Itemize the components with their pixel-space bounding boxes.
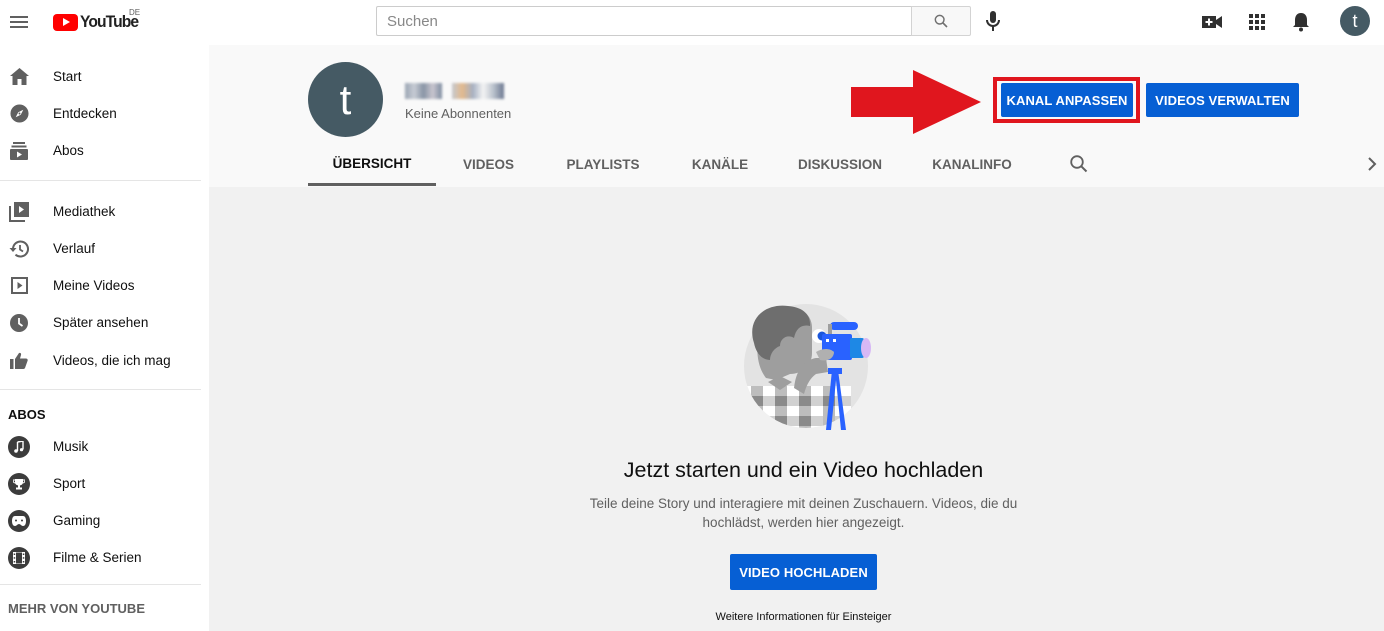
menu-icon[interactable]	[9, 11, 31, 33]
tab-diskussion[interactable]: DISKUSSION	[790, 143, 890, 186]
gamepad-icon	[8, 509, 30, 532]
search-input[interactable]	[376, 6, 911, 36]
sidebar-item-spaeter-ansehen[interactable]: Später ansehen	[0, 304, 209, 341]
sidebar-item-start[interactable]: Start	[0, 58, 209, 95]
channel-avatar	[8, 435, 30, 458]
tab-videos[interactable]: VIDEOS	[436, 143, 541, 186]
create-video-button[interactable]	[1201, 11, 1223, 33]
sidebar-divider	[0, 180, 201, 181]
sidebar-item-abos[interactable]: Abos	[0, 132, 209, 169]
trophy-icon	[8, 472, 30, 495]
chevron-right-icon[interactable]	[1365, 155, 1379, 173]
sidebar-item-label: Videos, die ich mag	[53, 353, 171, 368]
sidebar-item-sport[interactable]: Sport	[0, 465, 209, 502]
tab-uebersicht[interactable]: ÜBERSICHT	[308, 143, 436, 186]
video-camera-add-icon	[1202, 16, 1222, 28]
apps-grid-icon	[1249, 14, 1265, 30]
channel-header: t Keine Abonnenten KANAL ANPASSEN VIDEOS…	[209, 45, 1384, 187]
sidebar-item-verlauf[interactable]: Verlauf	[0, 230, 209, 267]
videographer-illustration	[744, 304, 871, 430]
subscriptions-heading: ABOS	[8, 407, 46, 422]
watch-later-icon	[9, 313, 29, 333]
bell-icon	[1293, 13, 1309, 32]
channel-avatar	[8, 546, 30, 569]
youtube-logo[interactable]: YouTube DE	[53, 8, 143, 32]
avatar-letter: t	[1352, 10, 1358, 31]
account-avatar[interactable]: t	[1340, 6, 1370, 36]
subscriptions-icon	[9, 141, 29, 161]
film-icon	[8, 546, 30, 569]
empty-state-title: Jetzt starten und ein Video hochladen	[623, 458, 984, 482]
sidebar-item-label: Entdecken	[53, 106, 117, 121]
blurred-text	[405, 83, 442, 99]
sidebar-divider	[0, 389, 201, 390]
tab-kanaele[interactable]: KANÄLE	[675, 143, 765, 186]
sidebar: Start Entdecken Abos Mediathek Verlauf M…	[0, 45, 209, 631]
top-bar: YouTube DE t	[0, 0, 1384, 45]
sidebar-item-videos-die-ich-mag[interactable]: Videos, die ich mag	[0, 342, 209, 379]
sidebar-item-label: Filme & Serien	[53, 550, 142, 565]
channel-name-blurred	[405, 83, 504, 99]
sidebar-item-label: Gaming	[53, 513, 101, 528]
youtube-play-icon	[53, 13, 78, 31]
sidebar-item-label: Abos	[53, 143, 84, 158]
sidebar-item-label: Meine Videos	[53, 278, 135, 293]
sidebar-item-label: Mediathek	[53, 204, 116, 219]
subscriber-count: Keine Abonnenten	[405, 106, 512, 121]
sidebar-divider	[0, 584, 201, 585]
upload-video-button[interactable]: VIDEO HOCHLADEN	[730, 554, 877, 590]
home-icon	[9, 67, 29, 87]
empty-state-description: Teile deine Story und interagiere mit de…	[589, 496, 1018, 530]
notifications-button[interactable]	[1290, 11, 1312, 33]
search-button[interactable]	[911, 6, 971, 36]
microphone-icon	[986, 11, 1000, 31]
sidebar-item-label: Start	[53, 69, 82, 84]
more-from-youtube-heading: MEHR VON YOUTUBE	[8, 601, 145, 616]
sidebar-item-gaming[interactable]: Gaming	[0, 502, 209, 539]
channel-avatar[interactable]: t	[308, 62, 383, 137]
music-note-icon	[8, 435, 30, 458]
channel-avatar	[8, 472, 30, 495]
apps-button[interactable]	[1246, 11, 1268, 33]
main-content: t Keine Abonnenten KANAL ANPASSEN VIDEOS…	[209, 45, 1384, 631]
voice-search-button[interactable]	[982, 9, 1004, 33]
thumbs-up-icon	[9, 351, 29, 371]
sidebar-item-filme-serien[interactable]: Filme & Serien	[0, 539, 209, 576]
sidebar-item-label: Musik	[53, 439, 89, 454]
blurred-text	[452, 83, 504, 99]
sidebar-item-mediathek[interactable]: Mediathek	[0, 193, 209, 230]
sidebar-item-musik[interactable]: Musik	[0, 428, 209, 465]
history-icon	[9, 239, 29, 259]
sidebar-item-entdecken[interactable]: Entdecken	[0, 95, 209, 132]
channel-search-icon[interactable]	[1069, 154, 1089, 174]
customize-channel-button[interactable]: KANAL ANPASSEN	[1001, 83, 1133, 117]
search-icon	[934, 14, 948, 28]
red-arrow-annotation	[851, 70, 981, 134]
sidebar-item-label: Später ansehen	[53, 315, 149, 330]
sidebar-item-label: Sport	[53, 476, 86, 491]
search-bar	[376, 6, 971, 36]
channel-avatar	[8, 509, 30, 532]
sidebar-item-label: Verlauf	[53, 241, 96, 256]
channel-avatar-letter: t	[339, 75, 352, 123]
sidebar-item-meine-videos[interactable]: Meine Videos	[0, 267, 209, 304]
library-icon	[9, 201, 29, 222]
tab-kanalinfo[interactable]: KANALINFO	[922, 143, 1022, 186]
compass-icon	[9, 104, 29, 124]
beginner-info-link[interactable]: Weitere Informationen für Einsteiger	[209, 611, 1384, 623]
manage-videos-button[interactable]: VIDEOS VERWALTEN	[1146, 83, 1299, 117]
tab-playlists[interactable]: PLAYLISTS	[548, 143, 658, 186]
my-videos-icon	[9, 276, 29, 296]
region-code: DE	[129, 8, 141, 17]
